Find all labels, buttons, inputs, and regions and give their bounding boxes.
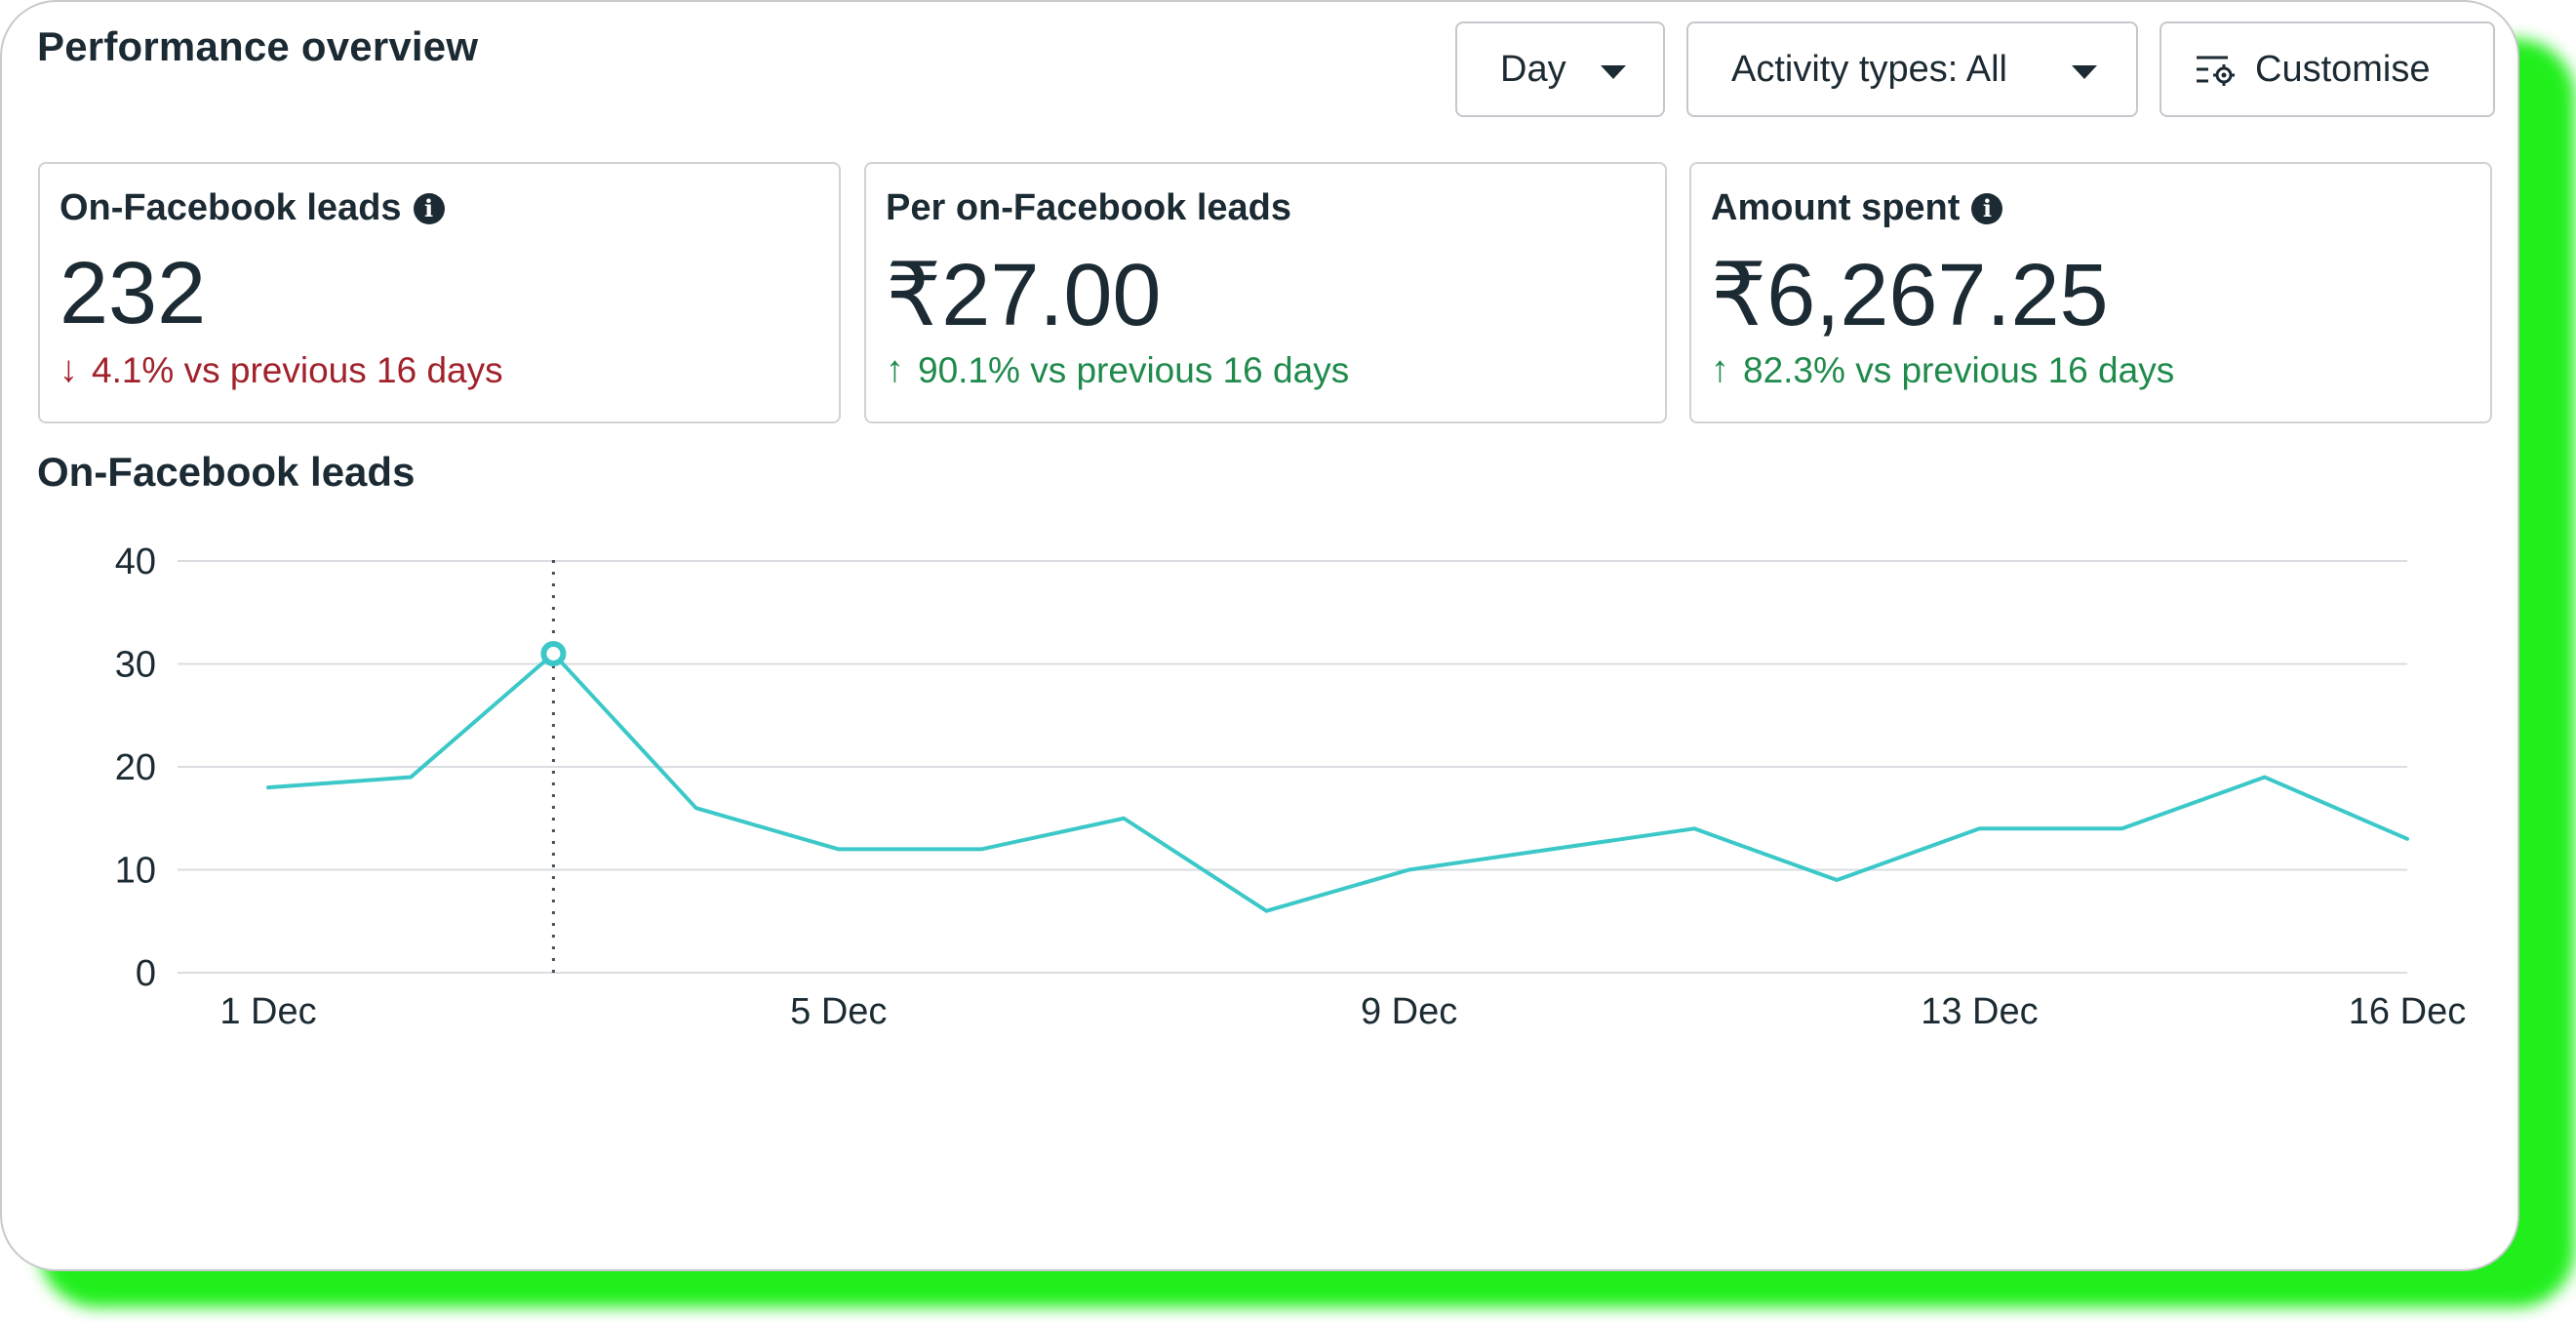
y-tick-label: 0 xyxy=(136,953,156,994)
y-tick-label: 30 xyxy=(115,645,156,686)
y-tick-label: 20 xyxy=(115,747,156,788)
x-tick-label: 5 Dec xyxy=(790,991,887,1032)
series-line xyxy=(266,651,2409,913)
y-tick-label: 10 xyxy=(115,851,156,892)
y-tick-label: 40 xyxy=(115,541,156,582)
screenshot-stage: Performance overview Day Activity types:… xyxy=(0,0,2576,1322)
performance-overview-card: Performance overview Day Activity types:… xyxy=(0,0,2519,1271)
highlighted-data-point xyxy=(540,640,567,666)
x-tick-label: 16 Dec xyxy=(2349,991,2466,1032)
leads-line-chart[interactable]: 0 10 20 30 40 1 Dec 5 Dec 9 Dec 13 Dec 16 Dec xyxy=(2,2,2519,1271)
x-tick-label: 9 Dec xyxy=(1361,991,1457,1032)
x-tick-label: 13 Dec xyxy=(1921,991,2038,1032)
x-tick-label: 1 Dec xyxy=(219,991,316,1032)
